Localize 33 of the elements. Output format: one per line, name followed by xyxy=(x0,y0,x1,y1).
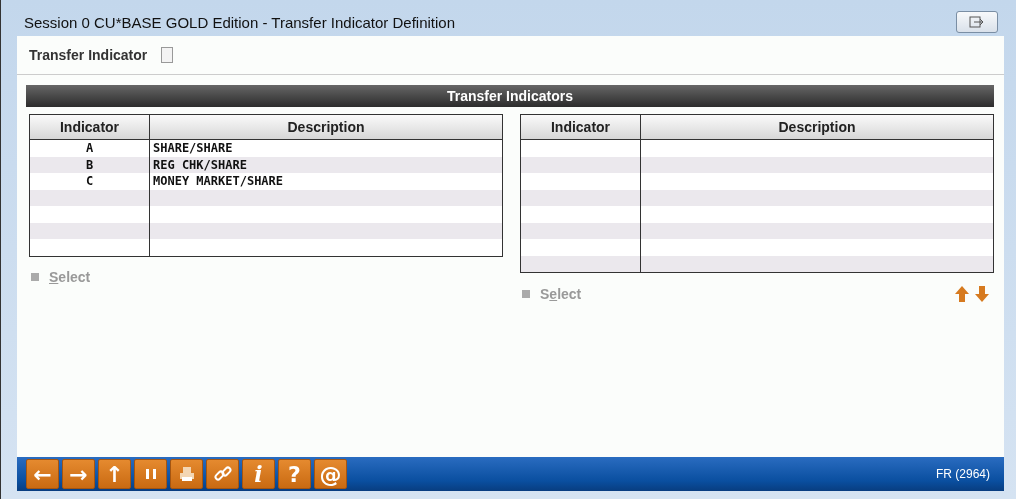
status-text: FR (2964) xyxy=(935,467,990,481)
toolbar-button[interactable]: i xyxy=(242,459,275,489)
toolbar-button[interactable] xyxy=(134,459,167,489)
column-header: Description xyxy=(777,118,857,137)
table-cell: A xyxy=(85,141,94,155)
down-arrow-icon[interactable] xyxy=(974,285,990,303)
input-field[interactable] xyxy=(161,47,174,63)
toolbar-button[interactable]: @ xyxy=(314,459,347,489)
toolbar-button[interactable] xyxy=(170,459,203,489)
toolbar-button[interactable]: ? xyxy=(278,459,311,489)
table-cell: MONEY MARKET/SHARE xyxy=(153,174,284,188)
toolbar-button[interactable] xyxy=(206,459,239,489)
section-header: Transfer Indicators xyxy=(26,85,994,107)
table-cell: B xyxy=(85,157,94,172)
column-header: Indicator xyxy=(521,115,641,139)
printer-icon xyxy=(177,466,196,482)
link-icon xyxy=(213,465,232,483)
table-cell: REG CHK/SHARE xyxy=(153,157,247,172)
select-link[interactable]: Select xyxy=(31,268,91,285)
select-link[interactable]: Select xyxy=(522,286,582,302)
toolbar-button[interactable]: ← xyxy=(26,459,59,489)
up-arrow-icon[interactable] xyxy=(954,285,970,303)
exit-button[interactable] xyxy=(956,11,998,33)
toolbar-button[interactable]: ↑ xyxy=(98,459,131,489)
exit-icon xyxy=(969,16,985,28)
field-label: Transfer Indicator xyxy=(29,47,148,63)
pause-icon xyxy=(143,467,158,481)
window-title: Session 0 CU*BASE GOLD Edition - Transfer Indicator Definition xyxy=(24,13,456,31)
toolbar-button[interactable]: → xyxy=(62,459,95,489)
column-header: Description xyxy=(286,118,366,137)
table-cell: SHARE/SHARE xyxy=(153,141,233,155)
column-header: Indicator xyxy=(30,115,150,139)
table-cell: C xyxy=(85,174,94,188)
